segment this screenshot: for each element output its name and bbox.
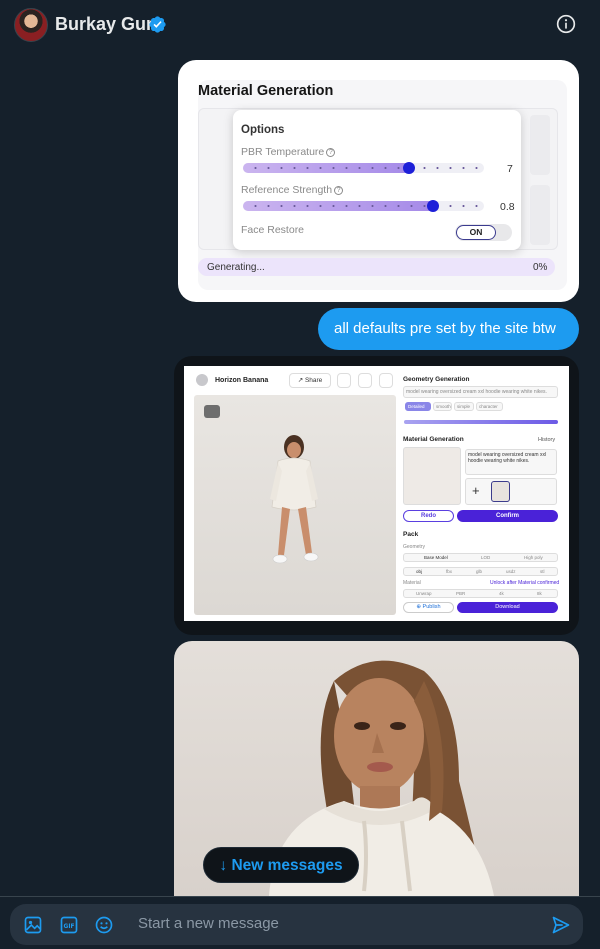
reference-strength-value: 0.8 xyxy=(500,201,515,213)
pbr-temperature-value: 7 xyxy=(507,163,513,175)
material-label: Material xyxy=(403,580,421,586)
history-link: History xyxy=(538,437,556,443)
preview-thumbnail xyxy=(530,185,550,245)
slider-ticks xyxy=(249,205,478,207)
pbr-temperature-label: PBR Temperature? xyxy=(241,146,336,158)
eye-icon xyxy=(204,405,220,418)
geometry-prompt: model wearing oversized cream xxl hoodie… xyxy=(406,389,547,395)
svg-text:GIF: GIF xyxy=(64,924,75,930)
geometry-chip: simple xyxy=(454,402,474,411)
toggle-on-label: ON xyxy=(456,225,496,240)
app-user-name: Horizon Banana xyxy=(215,377,269,384)
face-restore-label: Face Restore xyxy=(241,224,305,236)
geometry-chip: smooth xyxy=(433,402,452,411)
message-input[interactable]: Start a new message xyxy=(138,915,279,932)
geometry-label: Geometry xyxy=(403,544,425,550)
sent-message-bubble[interactable]: all defaults pre set by the site btw xyxy=(318,308,579,350)
geometry-options-row: Base Model LOD High poly xyxy=(403,553,558,562)
preview-thumbnail xyxy=(530,115,550,175)
image-icon[interactable] xyxy=(23,915,43,935)
options-title: Options xyxy=(241,124,285,136)
dm-conversation: Burkay Gur Material Generation Options P… xyxy=(0,0,600,949)
face-restore-toggle[interactable]: ON xyxy=(455,224,512,241)
contact-name[interactable]: Burkay Gur xyxy=(55,14,153,35)
slider-thumb[interactable] xyxy=(427,200,439,212)
verified-badge-icon xyxy=(149,16,166,33)
pack-title: Pack xyxy=(403,531,419,538)
avatar[interactable] xyxy=(14,8,48,42)
help-icon: ? xyxy=(326,148,336,157)
geometry-chip: Detailed xyxy=(405,402,431,411)
confirm-button: Confirm xyxy=(457,510,558,522)
geometry-generation-title: Geometry Generation xyxy=(403,376,470,383)
material-generation-title: Material Generation xyxy=(403,436,464,443)
geometry-chip: character xyxy=(476,402,503,411)
geometry-progress-bar xyxy=(404,420,558,424)
format-options-row: obj fbx glb usdz stl xyxy=(403,567,558,576)
info-icon[interactable] xyxy=(556,14,576,34)
unlock-notice: Unlock after Material confirmed xyxy=(490,580,560,586)
share-button: ↗ Share xyxy=(289,373,331,388)
reference-strength-label: Reference Strength? xyxy=(241,184,344,196)
help-icon: ? xyxy=(334,186,344,195)
reference-strength-slider[interactable] xyxy=(243,200,484,212)
3d-model-viewport xyxy=(194,395,396,615)
conversation-header: Burkay Gur xyxy=(0,0,600,52)
download-button: Download xyxy=(457,602,558,613)
redo-button: Redo xyxy=(403,510,454,522)
slider-ticks xyxy=(249,167,478,169)
new-messages-button[interactable]: ↓ New messages xyxy=(203,847,359,883)
publish-button: ⊕ Publish xyxy=(403,602,454,613)
add-icon: + xyxy=(472,483,480,498)
model-figure-image xyxy=(270,435,319,564)
material-preview-thumbnail xyxy=(403,447,461,505)
slider-thumb[interactable] xyxy=(403,162,415,174)
progress-percent: 0% xyxy=(533,262,548,273)
emoji-icon[interactable] xyxy=(94,915,114,935)
material-generation-title: Material Generation xyxy=(198,83,334,99)
avatar xyxy=(196,374,208,386)
download-icon xyxy=(379,373,393,388)
material-prompt: model wearing oversized cream xxl hoodie… xyxy=(468,452,547,464)
gif-icon[interactable]: GIF xyxy=(59,915,79,935)
reference-thumbnail xyxy=(491,481,510,502)
progress-label: Generating... xyxy=(207,262,265,273)
pbr-temperature-slider[interactable] xyxy=(243,162,484,174)
texture-options-row: Unwrap PBR 4k 8k xyxy=(403,589,558,598)
settings-icon xyxy=(358,373,372,388)
send-icon[interactable] xyxy=(551,915,571,935)
eye-icon xyxy=(337,373,351,388)
